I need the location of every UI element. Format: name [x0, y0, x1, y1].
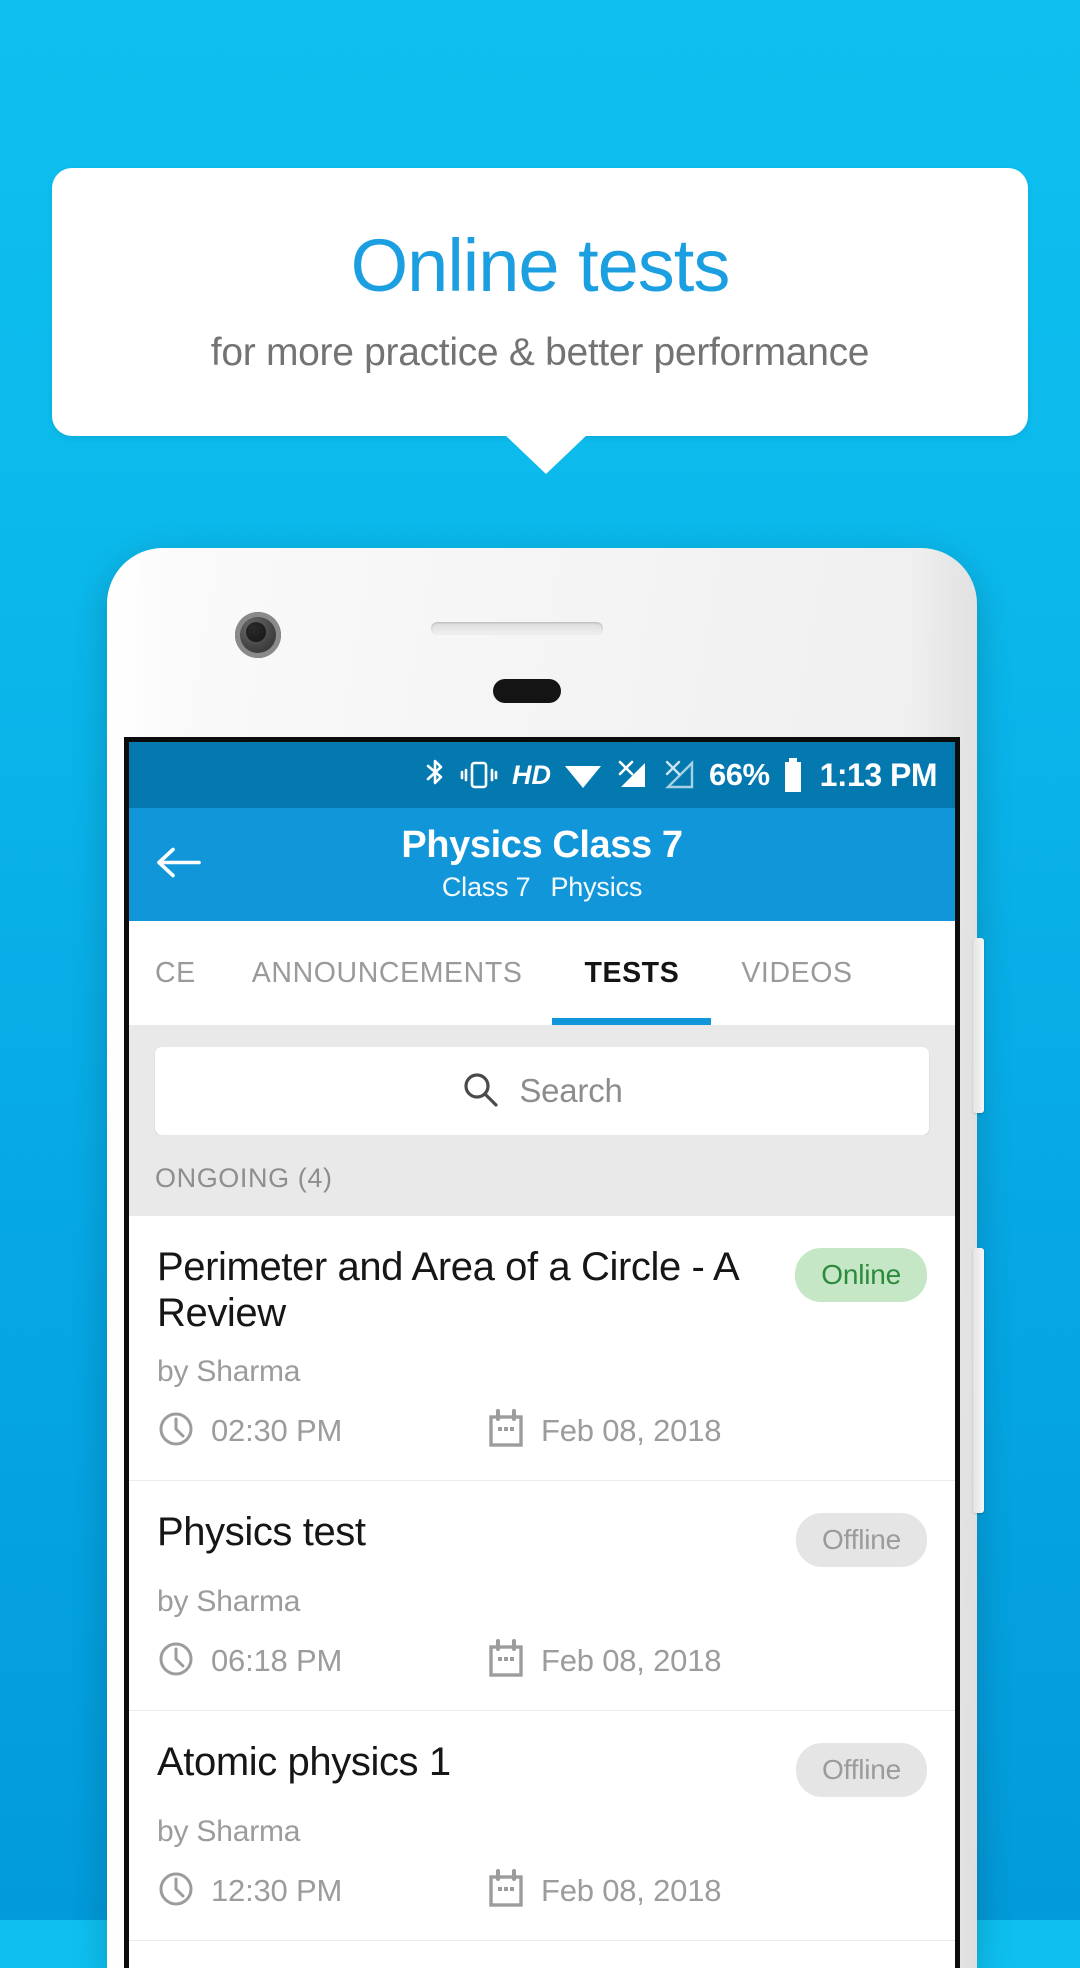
- phone-screen: HD 66% 1:13 PM Physics Class 7 Class 7 P…: [124, 737, 960, 1968]
- tab-videos[interactable]: VIDEOS: [711, 921, 882, 1025]
- test-date-label: Feb 08, 2018: [541, 1873, 722, 1909]
- calendar-icon: [487, 1408, 525, 1454]
- power-button[interactable]: [973, 938, 984, 1113]
- breadcrumb-class: Class 7: [441, 871, 531, 902]
- test-time: 12:30 PM: [157, 1870, 487, 1913]
- test-author: by Sharma: [157, 1584, 301, 1618]
- clock-label: 1:13 PM: [819, 756, 938, 793]
- test-time-label: 12:30 PM: [211, 1873, 343, 1909]
- test-meta: 06:18 PM Feb 08, 2018: [157, 1638, 927, 1684]
- promo-callout: Online tests for more practice & better …: [52, 168, 1028, 436]
- list-item[interactable]: Atomic physics 1 Offline by Sharma 12:30…: [129, 1710, 955, 1941]
- test-author: by Sharma: [157, 1814, 301, 1848]
- hd-icon: HD: [512, 759, 552, 790]
- page-title: Physics Class 7: [401, 824, 683, 867]
- phone-mockup: HD 66% 1:13 PM Physics Class 7 Class 7 P…: [107, 548, 984, 1968]
- tab-tests[interactable]: TESTS: [552, 921, 712, 1025]
- bluetooth-icon: [424, 758, 446, 792]
- tab-ce[interactable]: CE: [129, 921, 222, 1025]
- breadcrumb-subject: Physics: [550, 871, 643, 902]
- test-date: Feb 08, 2018: [487, 1408, 722, 1454]
- promo-title: Online tests: [350, 224, 731, 307]
- search-input[interactable]: Search: [155, 1047, 929, 1135]
- status-badge[interactable]: Online: [795, 1248, 927, 1302]
- vibrate-icon: [459, 759, 499, 791]
- section-header-ongoing: ONGOING (4): [129, 1135, 955, 1216]
- test-title: Atomic physics 1: [157, 1739, 451, 1784]
- test-author: by Sharma: [157, 1354, 301, 1388]
- app-bar: Physics Class 7 Class 7 Physics: [129, 808, 955, 921]
- status-badge[interactable]: Offline: [795, 1742, 927, 1797]
- clock-icon: [157, 1410, 195, 1453]
- test-time-label: 02:30 PM: [211, 1413, 343, 1449]
- test-date-label: Feb 08, 2018: [541, 1643, 722, 1679]
- search-icon: [461, 1070, 499, 1113]
- search-area: Search: [129, 1025, 955, 1135]
- test-title: Physics test: [157, 1509, 366, 1554]
- front-camera-icon: [235, 612, 281, 658]
- search-placeholder-label: Search: [519, 1072, 623, 1109]
- top-speaker-grille: [431, 622, 603, 635]
- test-date-label: Feb 08, 2018: [541, 1413, 722, 1449]
- test-title: Perimeter and Area of a Circle - A Revie…: [157, 1245, 738, 1336]
- test-list: Perimeter and Area of a Circle - A Revie…: [129, 1216, 955, 1941]
- breadcrumb: Class 7 Physics: [432, 872, 652, 903]
- card-header: Perimeter and Area of a Circle - A Revie…: [157, 1244, 927, 1337]
- clock-icon: [157, 1870, 195, 1913]
- promo-callout-tail: [504, 434, 588, 474]
- battery-percent-label: 66%: [709, 757, 770, 792]
- volume-button[interactable]: [973, 1248, 984, 1513]
- test-time-label: 06:18 PM: [211, 1643, 343, 1679]
- card-header: Physics test Offline: [157, 1509, 927, 1567]
- signal-none-2-icon: [662, 760, 696, 790]
- status-bar: HD 66% 1:13 PM: [129, 742, 955, 808]
- card-header: Atomic physics 1 Offline: [157, 1739, 927, 1797]
- back-arrow-icon[interactable]: [155, 844, 201, 885]
- signal-none-icon: [615, 760, 649, 790]
- test-time: 02:30 PM: [157, 1410, 487, 1453]
- test-meta: 02:30 PM Feb 08, 2018: [157, 1408, 927, 1454]
- calendar-icon: [487, 1868, 525, 1914]
- test-meta: 12:30 PM Feb 08, 2018: [157, 1868, 927, 1914]
- test-date: Feb 08, 2018: [487, 1868, 722, 1914]
- test-date: Feb 08, 2018: [487, 1638, 722, 1684]
- promo-subtitle: for more practice & better performance: [210, 331, 870, 374]
- tab-announcements[interactable]: ANNOUNCEMENTS: [222, 921, 553, 1025]
- list-item[interactable]: Physics test Offline by Sharma 06:18 PM: [129, 1480, 955, 1711]
- earpiece-sensor: [493, 679, 561, 703]
- status-badge[interactable]: Offline: [795, 1512, 927, 1567]
- calendar-icon: [487, 1638, 525, 1684]
- test-time: 06:18 PM: [157, 1640, 487, 1683]
- clock-icon: [157, 1640, 195, 1683]
- list-item[interactable]: Perimeter and Area of a Circle - A Revie…: [129, 1216, 955, 1481]
- tab-bar: CE ANNOUNCEMENTS TESTS VIDEOS: [129, 921, 955, 1025]
- wifi-icon: [564, 760, 602, 790]
- battery-icon: [783, 758, 803, 792]
